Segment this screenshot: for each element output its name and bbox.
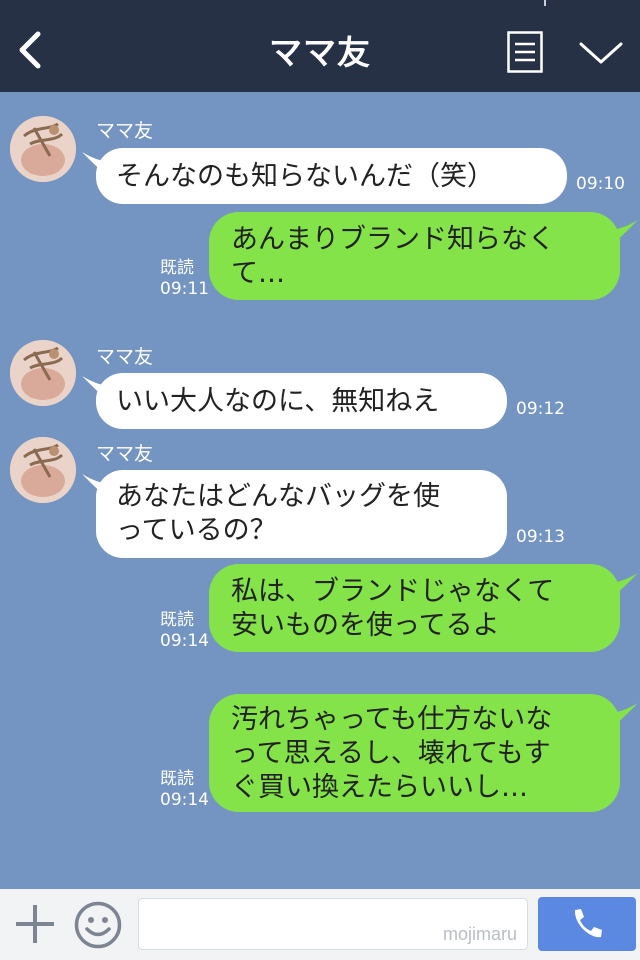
avatar[interactable] — [10, 340, 76, 406]
message-time: 09:14 — [160, 790, 209, 810]
watermark-text: mojimaru — [442, 924, 517, 944]
message-time: 09:12 — [516, 399, 565, 419]
smile-icon[interactable] — [74, 901, 122, 949]
chat-area[interactable]: ママ友 そんなのも知らないんだ（笑） 09:10 あんまりブランド知らなく て…… — [0, 92, 640, 889]
message-bubble-incoming[interactable]: いい大人なのに、無知ねえ — [96, 373, 507, 429]
avatar[interactable] — [10, 116, 76, 182]
read-receipt: 既読 09:14 — [160, 610, 209, 652]
read-status: 既読 — [160, 769, 194, 789]
list-menu-icon[interactable] — [507, 31, 543, 73]
message-time: 09:10 — [576, 174, 625, 194]
message-time: 09:14 — [160, 631, 209, 651]
message-input[interactable]: mojimaru — [138, 898, 528, 950]
message-bubble-outgoing[interactable]: 汚れちゃっても仕方ないな って思えるし、壊れてもす ぐ買い換えたらいいし… — [209, 694, 620, 812]
phone-icon — [574, 909, 602, 938]
sender-name: ママ友 — [96, 443, 154, 465]
message-bubble-outgoing[interactable]: 私は、ブランドじゃなくて 安いものを使ってるよ — [209, 564, 620, 652]
avatar[interactable] — [10, 437, 76, 503]
message-time: 09:13 — [516, 527, 565, 547]
message-bubble-incoming[interactable]: そんなのも知らないんだ（笑） — [96, 148, 567, 204]
read-status: 既読 — [160, 258, 194, 278]
chat-header: ママ友 — [0, 0, 640, 92]
message-bubble-incoming[interactable]: あなたはどんなバッグを使 っているの？ — [96, 470, 507, 558]
call-button[interactable] — [538, 897, 636, 951]
message-bubble-outgoing[interactable]: あんまりブランド知らなく て… — [209, 212, 620, 300]
chevron-down-icon[interactable] — [579, 40, 623, 66]
sender-name: ママ友 — [96, 120, 154, 142]
read-status: 既読 — [160, 610, 194, 630]
plus-icon[interactable] — [14, 903, 56, 945]
read-receipt: 既読 09:11 — [160, 258, 209, 300]
sender-name: ママ友 — [96, 346, 154, 368]
status-bar-fragment — [544, 0, 546, 6]
read-receipt: 既読 09:14 — [160, 769, 209, 811]
message-time: 09:11 — [160, 279, 209, 299]
chat-title: ママ友 — [269, 33, 371, 72]
